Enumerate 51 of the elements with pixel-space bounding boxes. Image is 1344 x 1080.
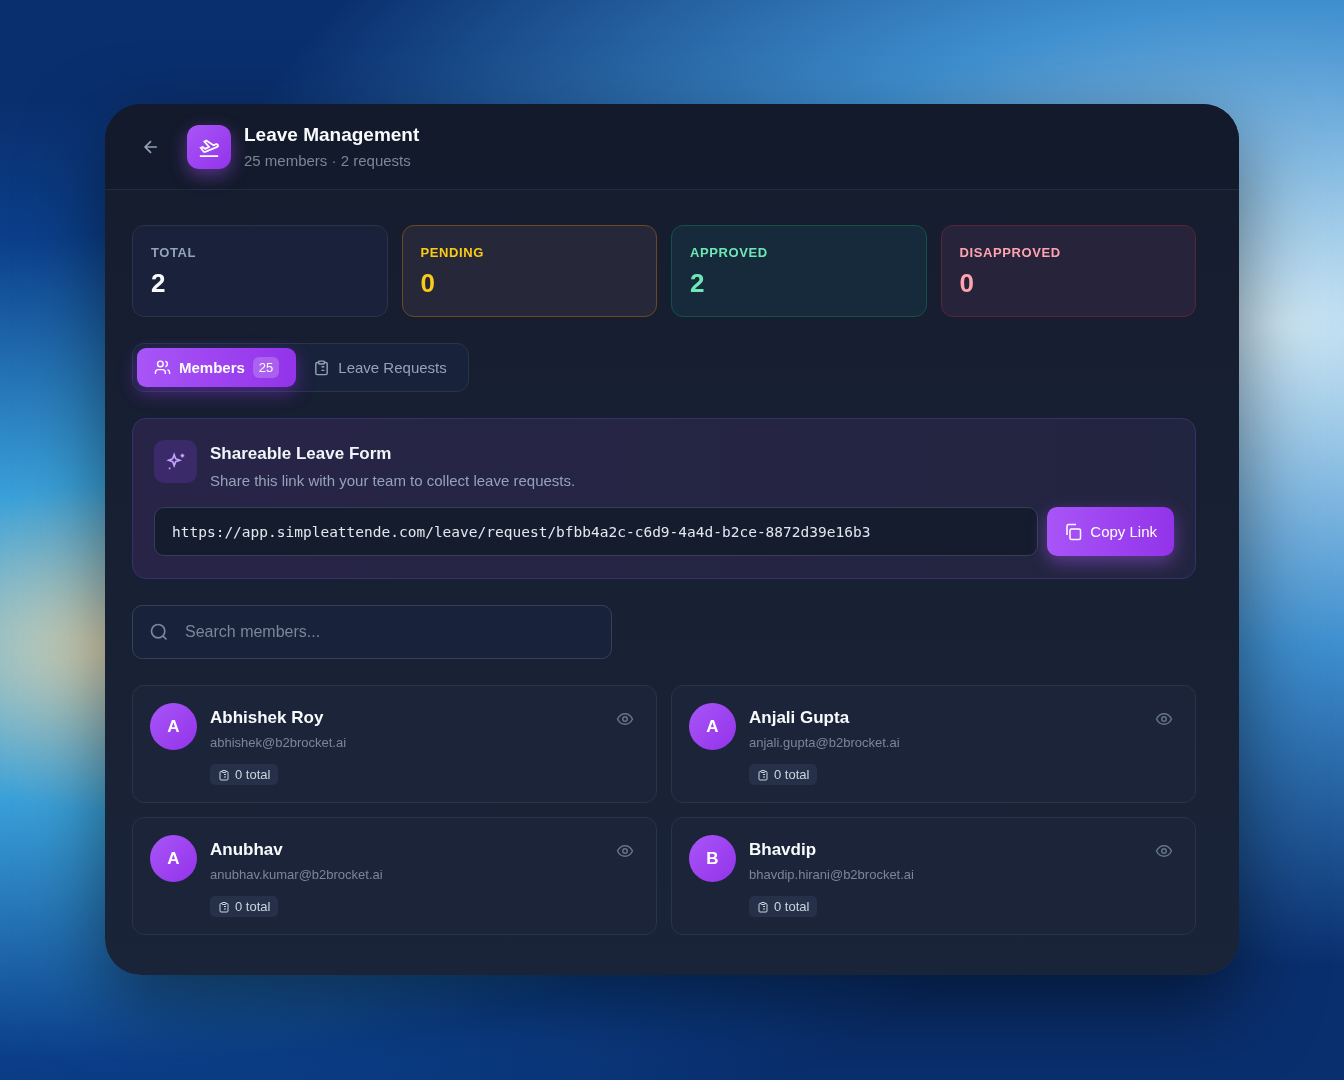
avatar: A: [689, 703, 736, 750]
share-description: Share this link with your team to collect leave requests.: [210, 472, 576, 489]
member-email: anjali.gupta@b2brocket.ai: [749, 735, 900, 750]
count-badge: 25: [252, 357, 280, 378]
stat-value: 2: [690, 268, 706, 299]
tab[interactable]: Leave Requests: [296, 348, 464, 387]
sparkle-icon: [154, 440, 197, 483]
avatar: A: [150, 703, 197, 750]
member-name: Abhishek Roy: [210, 708, 325, 728]
leave-total-tag: 0 total: [210, 896, 279, 917]
clipboard-icon: [757, 768, 769, 781]
tab[interactable]: Members 25: [137, 348, 297, 387]
view-eye-icon[interactable]: [1155, 710, 1173, 728]
view-eye-icon[interactable]: [616, 710, 634, 728]
member-name: Anjali Gupta: [749, 708, 851, 728]
leave-total-tag: 0 total: [749, 896, 818, 917]
search-field[interactable]: Search members...: [132, 605, 612, 659]
member-email: abhishek@b2brocket.ai: [210, 735, 347, 750]
member-name: Bhavdip: [749, 840, 818, 860]
stat-label: TOTAL: [151, 245, 198, 260]
page-subtitle: 25 members · 2 requests: [244, 152, 412, 169]
airplane-icon: [187, 124, 231, 169]
member-email: bhavdip.hirani@b2brocket.ai: [749, 867, 914, 882]
stat-value: 0: [959, 268, 975, 299]
users-icon: [154, 359, 171, 376]
copy-link-button[interactable]: Copy Link: [1047, 507, 1174, 556]
stat-value: 0: [420, 268, 436, 299]
link-field[interactable]: https://app.simpleattende.com/leave/request/bfbb4a2c-c6d9-4a4d-b2ce-8872d39e16b3: [154, 507, 1039, 556]
member-card[interactable]: B Bhavdip bhavdip.hirani@b2brocket.ai 0 total: [671, 817, 1196, 935]
share-title: Shareable Leave Form: [210, 444, 393, 464]
member-card[interactable]: A Anjali Gupta anjali.gupta@b2brocket.ai 0 total: [671, 685, 1196, 803]
avatar: B: [689, 835, 736, 882]
member-email: anubhav.kumar@b2brocket.ai: [210, 867, 383, 882]
clipboard-icon: [313, 359, 331, 376]
avatar: A: [150, 835, 197, 882]
view-eye-icon[interactable]: [1155, 842, 1173, 860]
member-card[interactable]: A Anubhav anubhav.kumar@b2brocket.ai 0 total: [132, 817, 657, 935]
stat-label: DISAPPROVED: [959, 245, 1062, 260]
member-name: Anubhav: [210, 840, 284, 860]
page-title: Leave Management: [244, 124, 420, 146]
clipboard-icon: [218, 768, 230, 781]
copy-icon: [1064, 522, 1083, 541]
stat-label: PENDING: [420, 245, 485, 260]
leave-total-tag: 0 total: [210, 764, 279, 785]
view-eye-icon[interactable]: [616, 842, 634, 860]
clipboard-icon: [757, 900, 769, 913]
clipboard-icon: [218, 900, 230, 913]
member-card[interactable]: A Abhishek Roy abhishek@b2brocket.ai 0 total: [132, 685, 657, 803]
leave-total-tag: 0 total: [749, 764, 818, 785]
stat-label: APPROVED: [690, 245, 769, 260]
stat-value: 2: [151, 268, 167, 299]
